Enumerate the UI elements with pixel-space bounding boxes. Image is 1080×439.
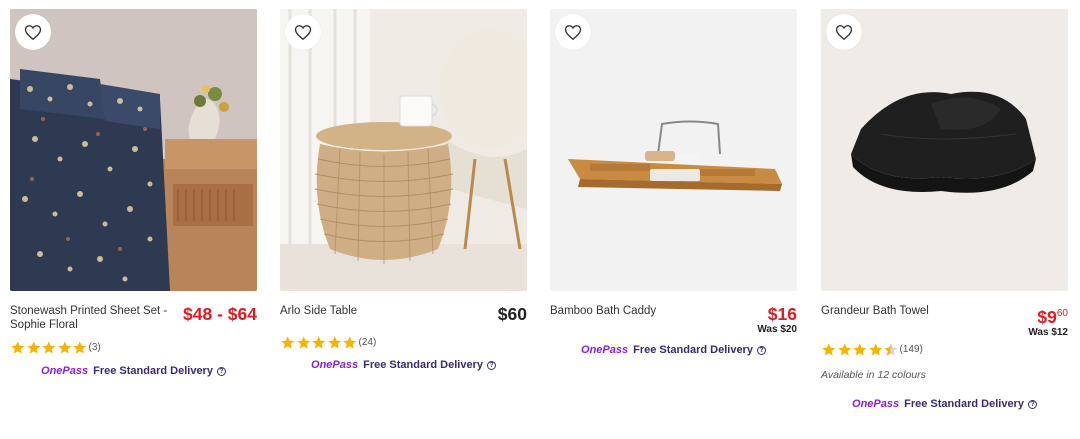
product-image[interactable] (821, 9, 1068, 291)
product-image[interactable] (550, 9, 797, 291)
wishlist-button[interactable] (15, 14, 51, 50)
star-icon (26, 341, 40, 354)
onepass-logo: OnePass (581, 344, 629, 356)
product-price: $48 - $64 (183, 304, 257, 324)
price-cents: 60 (1056, 308, 1068, 319)
wishlist-button[interactable] (826, 14, 862, 50)
help-icon[interactable]: ? (1027, 399, 1037, 409)
product-name[interactable]: Grandeur Bath Towel (821, 304, 929, 318)
product-rating[interactable]: (24) (280, 334, 527, 351)
product-card-bath-caddy[interactable]: Bamboo Bath Caddy $16 Was $20 OnePass Fr… (550, 9, 797, 356)
star-rating (10, 340, 88, 355)
delivery-banner: OnePass Free Standard Delivery ? (10, 365, 257, 377)
star-icon (327, 336, 341, 349)
product-price: $960 (1028, 304, 1068, 327)
star-icon (11, 341, 25, 354)
colour-availability: Available in 12 colours (821, 369, 926, 381)
star-icon (343, 336, 357, 349)
heart-outline-icon (294, 24, 312, 40)
review-count: (149) (899, 344, 923, 355)
star-icon (884, 343, 898, 356)
product-rating[interactable]: (149) (821, 341, 1068, 358)
was-price: Was $20 (757, 324, 797, 335)
product-card-bath-towel[interactable]: Grandeur Bath Towel $960 Was $12 (149) A… (821, 9, 1068, 410)
product-name[interactable]: Arlo Side Table (280, 304, 357, 318)
star-icon (822, 343, 836, 356)
delivery-banner: OnePass Free Standard Delivery ? (821, 398, 1068, 410)
product-name[interactable]: Stonewash Printed Sheet Set - Sophie Flo… (10, 304, 170, 332)
star-rating (280, 335, 358, 350)
was-price: Was $12 (1028, 327, 1068, 338)
product-image[interactable] (10, 9, 257, 291)
star-rating (821, 342, 899, 357)
product-card-side-table[interactable]: Arlo Side Table $60 (24) OnePass Free St… (280, 9, 527, 371)
side-table-image (280, 9, 527, 291)
star-icon (57, 341, 71, 354)
delivery-banner: OnePass Free Standard Delivery ? (280, 359, 527, 371)
star-icon (868, 343, 882, 356)
star-icon (42, 341, 56, 354)
product-card-sheet-set[interactable]: Stonewash Printed Sheet Set - Sophie Flo… (10, 9, 257, 377)
star-icon (853, 343, 867, 356)
product-image[interactable] (280, 9, 527, 291)
product-price: $16 (767, 304, 797, 324)
star-icon (837, 343, 851, 356)
wishlist-button[interactable] (555, 14, 591, 50)
heart-outline-icon (24, 24, 42, 40)
review-count: (3) (88, 342, 101, 353)
delivery-banner: OnePass Free Standard Delivery ? (550, 344, 797, 356)
help-icon[interactable]: ? (756, 345, 766, 355)
bath-towel-image (821, 9, 1068, 291)
product-rating[interactable]: (3) (10, 339, 257, 356)
star-icon (312, 336, 326, 349)
price-dollars: $9 (1037, 307, 1057, 327)
delivery-text: Free Standard Delivery (633, 344, 753, 356)
delivery-text: Free Standard Delivery (93, 365, 213, 377)
bath-caddy-image (550, 9, 797, 291)
onepass-logo: OnePass (41, 365, 89, 377)
star-icon (296, 336, 310, 349)
star-icon (73, 341, 87, 354)
review-count: (24) (358, 337, 377, 348)
delivery-text: Free Standard Delivery (363, 359, 483, 371)
onepass-logo: OnePass (311, 359, 359, 371)
star-icon (281, 336, 295, 349)
wishlist-button[interactable] (285, 14, 321, 50)
onepass-logo: OnePass (852, 398, 900, 410)
heart-outline-icon (835, 24, 853, 40)
help-icon[interactable]: ? (486, 360, 496, 370)
delivery-text: Free Standard Delivery (904, 398, 1024, 410)
sheet-set-image (10, 9, 257, 291)
product-name[interactable]: Bamboo Bath Caddy (550, 304, 656, 318)
product-price: $60 (497, 304, 527, 324)
help-icon[interactable]: ? (216, 366, 226, 376)
heart-outline-icon (564, 24, 582, 40)
